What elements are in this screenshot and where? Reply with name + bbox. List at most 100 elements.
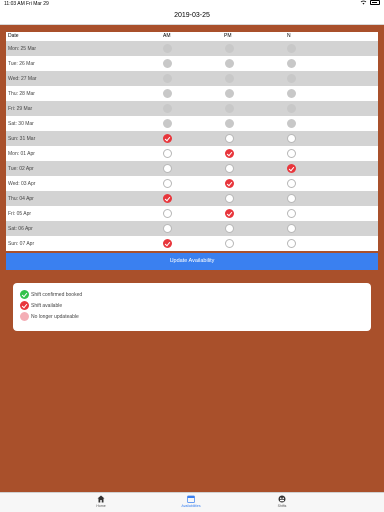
tab-home[interactable]: Home: [81, 495, 121, 508]
table-row: Mon: 01 Apr: [6, 146, 378, 161]
row-date: Sat: 30 Mar: [8, 121, 34, 127]
table-row: Fri: 05 Apr: [6, 206, 378, 221]
status-date: Fri Mar 29: [26, 1, 49, 7]
calendar-icon: [187, 495, 195, 503]
header-n: N: [287, 33, 291, 39]
shift-n-toggle: [287, 119, 296, 128]
shift-am-toggle[interactable]: [163, 179, 172, 188]
tab-bar: Home Availabilities Shifts: [0, 492, 384, 512]
shift-n-toggle: [287, 44, 296, 53]
shift-n-toggle[interactable]: [287, 194, 296, 203]
status-time: 11:03 AM: [4, 1, 25, 7]
table-row: Sun: 07 Apr: [6, 236, 378, 251]
table-row: Sat: 06 Apr: [6, 221, 378, 236]
status-icons: [360, 0, 380, 5]
row-date: Wed: 27 Mar: [8, 76, 37, 82]
row-date: Tue: 26 Mar: [8, 61, 35, 67]
shift-am-toggle: [163, 104, 172, 113]
shift-n-toggle: [287, 89, 296, 98]
nav-bar: 2019-03-25: [0, 8, 384, 25]
header-date: Date: [8, 33, 19, 39]
shift-am-toggle: [163, 119, 172, 128]
page-title: 2019-03-25: [174, 12, 210, 19]
row-date: Fri: 05 Apr: [8, 211, 32, 217]
shift-am-toggle[interactable]: [163, 239, 172, 248]
header-am: AM: [163, 33, 171, 39]
legend-panel: Shift confirmed booked Shift available N…: [13, 283, 371, 331]
table-row: Sat: 30 Mar: [6, 116, 378, 131]
shift-am-toggle[interactable]: [163, 224, 172, 233]
tab-shifts[interactable]: Shifts: [262, 495, 302, 508]
row-date: Mon: 01 Apr: [8, 151, 35, 157]
shift-pm-toggle[interactable]: [225, 149, 234, 158]
shift-pm-toggle: [225, 104, 234, 113]
shift-n-toggle: [287, 104, 296, 113]
shift-pm-toggle[interactable]: [225, 239, 234, 248]
confirmed-check-icon: [20, 290, 29, 299]
shift-n-toggle: [287, 59, 296, 68]
shifts-icon: [278, 495, 286, 503]
tab-label: Availabilities: [181, 504, 201, 508]
table-row: Tue: 02 Apr: [6, 161, 378, 176]
shift-n-toggle[interactable]: [287, 224, 296, 233]
shift-am-toggle[interactable]: [163, 194, 172, 203]
shift-n-toggle[interactable]: [287, 239, 296, 248]
table-row: Thu: 28 Mar: [6, 86, 378, 101]
row-date: Sun: 31 Mar: [8, 136, 36, 142]
shift-am-toggle[interactable]: [163, 164, 172, 173]
shift-am-toggle[interactable]: [163, 149, 172, 158]
shift-n-toggle[interactable]: [287, 149, 296, 158]
shift-am-toggle: [163, 89, 172, 98]
shift-am-toggle[interactable]: [163, 134, 172, 143]
shift-n-toggle[interactable]: [287, 134, 296, 143]
table-row: Sun: 31 Mar: [6, 131, 378, 146]
home-icon: [97, 495, 105, 503]
shift-pm-toggle[interactable]: [225, 179, 234, 188]
table-row: Mon: 25 Mar: [6, 41, 378, 56]
tab-availabilities[interactable]: Availabilities: [171, 495, 211, 508]
shift-pm-toggle[interactable]: [225, 194, 234, 203]
not-updateable-dot-icon: [20, 312, 29, 321]
update-availability-button[interactable]: Update Availability: [6, 253, 378, 270]
legend-item-available: Shift available: [20, 301, 62, 310]
shift-am-toggle: [163, 44, 172, 53]
table-body: Mon: 25 Mar Tue: 26 Mar Wed: 27 Mar Thu: 28…: [6, 41, 378, 251]
status-bar: 11:03 AM Fri Mar 29: [0, 0, 384, 8]
table-row: Thu: 04 Apr: [6, 191, 378, 206]
shift-pm-toggle: [225, 44, 234, 53]
shift-pm-toggle[interactable]: [225, 134, 234, 143]
legend-label: Shift available: [31, 302, 63, 309]
shift-n-toggle[interactable]: [287, 164, 296, 173]
table-row: Tue: 26 Mar: [6, 56, 378, 71]
shift-n-toggle[interactable]: [287, 179, 296, 188]
shift-pm-toggle: [225, 119, 234, 128]
legend-label: Shift confirmed booked: [31, 291, 83, 298]
shift-pm-toggle[interactable]: [225, 209, 234, 218]
table-row: Wed: 03 Apr: [6, 176, 378, 191]
row-date: Mon: 25 Mar: [8, 46, 37, 52]
shift-am-toggle[interactable]: [163, 209, 172, 218]
legend-label: No longer updateable: [31, 313, 79, 320]
available-check-icon: [20, 301, 29, 310]
battery-icon: [370, 0, 380, 5]
shift-n-toggle[interactable]: [287, 209, 296, 218]
shift-pm-toggle[interactable]: [225, 224, 234, 233]
table-row: Fri: 29 Mar: [6, 101, 378, 116]
row-date: Sat: 06 Apr: [8, 226, 33, 232]
shift-n-toggle: [287, 74, 296, 83]
header-pm: PM: [224, 33, 232, 39]
row-date: Tue: 02 Apr: [8, 166, 34, 172]
shift-am-toggle: [163, 74, 172, 83]
shift-pm-toggle: [225, 59, 234, 68]
row-date: Thu: 28 Mar: [8, 91, 35, 97]
shift-pm-toggle: [225, 89, 234, 98]
row-date: Fri: 29 Mar: [8, 106, 33, 112]
shift-pm-toggle[interactable]: [225, 164, 234, 173]
row-date: Wed: 03 Apr: [8, 181, 36, 187]
legend-item-not-updateable: No longer updateable: [20, 312, 79, 321]
shift-am-toggle: [163, 59, 172, 68]
row-date: Sun: 07 Apr: [8, 241, 35, 247]
table-row: Wed: 27 Mar: [6, 71, 378, 86]
shift-pm-toggle: [225, 74, 234, 83]
table-header: Date AM PM N: [6, 32, 378, 41]
